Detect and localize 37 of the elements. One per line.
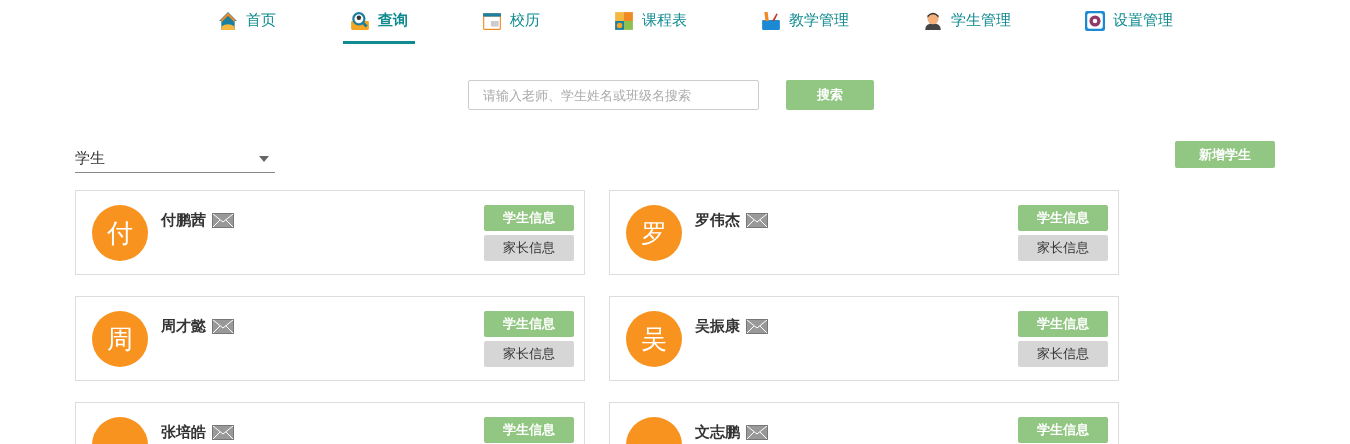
student-name: 付鹏茜 bbox=[161, 210, 206, 230]
nav-tab[interactable]: 教学管理 bbox=[753, 0, 856, 44]
parent-info-button[interactable]: 家长信息 bbox=[1018, 341, 1108, 367]
envelope-icon[interactable] bbox=[212, 212, 234, 228]
nav-tab[interactable]: 首页 bbox=[210, 0, 283, 44]
caret-icon bbox=[259, 155, 269, 162]
nav-tab[interactable]: 校历 bbox=[474, 0, 547, 44]
grid-icon bbox=[613, 10, 634, 31]
magnifier-icon bbox=[349, 10, 370, 31]
nav-tab[interactable]: 学生管理 bbox=[915, 0, 1018, 44]
person-icon bbox=[922, 10, 943, 31]
avatar: 付 bbox=[92, 205, 148, 261]
pencil-cup-icon bbox=[760, 10, 781, 31]
nav-tab[interactable]: 查询 bbox=[342, 0, 415, 44]
student-name: 吴振康 bbox=[695, 316, 740, 336]
student-name: 文志鹏 bbox=[695, 422, 740, 442]
student-name: 张培皓 bbox=[161, 422, 206, 442]
envelope-icon[interactable] bbox=[212, 424, 234, 440]
avatar: 周 bbox=[92, 311, 148, 367]
nav-tab[interactable]: 设置管理 bbox=[1077, 0, 1180, 44]
envelope-icon[interactable] bbox=[746, 318, 768, 334]
avatar: 吴 bbox=[626, 311, 682, 367]
search-field[interactable]: 请输入老师、学生姓名或班级名搜索 bbox=[468, 80, 759, 110]
student-name: 周才懿 bbox=[161, 316, 206, 336]
parent-info-button[interactable]: 家长信息 bbox=[1018, 235, 1108, 261]
avatar: 罗 bbox=[626, 205, 682, 261]
student-name: 罗伟杰 bbox=[695, 210, 740, 230]
parent-info-button[interactable]: 家长信息 bbox=[484, 235, 574, 261]
house-icon bbox=[217, 10, 238, 31]
envelope-icon[interactable] bbox=[212, 318, 234, 334]
calendar-icon bbox=[481, 10, 502, 31]
parent-info-button[interactable]: 家长信息 bbox=[484, 341, 574, 367]
envelope-icon[interactable] bbox=[746, 424, 768, 440]
envelope-icon[interactable] bbox=[746, 212, 768, 228]
gear-icon bbox=[1084, 10, 1105, 31]
category-dropdown[interactable]: 学生 bbox=[75, 141, 275, 173]
nav-tab[interactable]: 课程表 bbox=[606, 0, 694, 44]
